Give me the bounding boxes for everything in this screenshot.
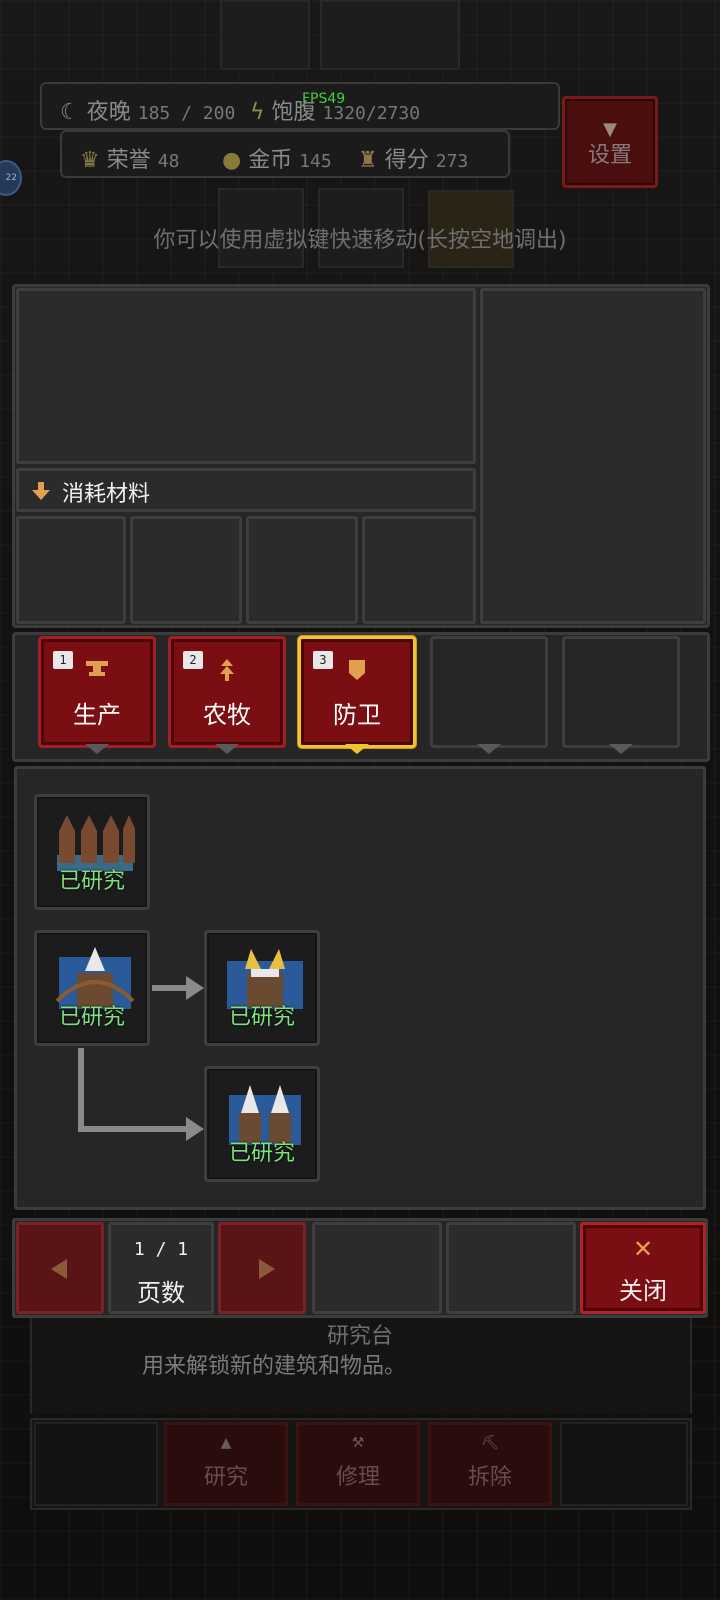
prev-page-button[interactable] — [16, 1222, 104, 1314]
night-value: 185 / 200 — [137, 103, 236, 124]
arrow-down-icon — [32, 482, 50, 500]
sprout-icon — [171, 659, 283, 685]
tab-production[interactable]: 1 生产 — [38, 636, 156, 748]
tree-node-twin-spike-turret[interactable]: 已研究 — [204, 1066, 320, 1182]
repair-button[interactable]: ⚒ 修理 — [296, 1422, 420, 1506]
tab-label: 生产 — [73, 701, 121, 729]
gold-label: 金币 — [248, 148, 293, 173]
lightning-icon: ϟ — [250, 100, 265, 125]
settings-button[interactable]: ▼ 设置 — [562, 96, 658, 188]
empty-action-slot — [34, 1422, 158, 1506]
material-slot-2[interactable] — [130, 516, 242, 624]
empty-action-slot — [560, 1422, 688, 1506]
trophy-icon: ♜ — [358, 148, 378, 173]
tree-connector — [78, 1126, 192, 1132]
building-description: 用来解锁新的建筑和物品。 — [142, 1354, 407, 1379]
empty-slot — [446, 1222, 576, 1314]
item-preview-area — [16, 288, 476, 464]
fps-counter: FPS49 — [302, 91, 346, 107]
arrow-right-icon — [186, 976, 204, 1000]
moon-icon: ☾ — [60, 100, 80, 125]
tab-defense[interactable]: 3 防卫 — [298, 636, 416, 748]
anvil-icon — [41, 659, 153, 683]
material-label: 消耗材料 — [62, 482, 151, 507]
tab-pointer — [609, 744, 633, 754]
arrow-right-icon — [259, 1259, 275, 1279]
research-label: 研究 — [203, 1465, 248, 1490]
tab-label: 防卫 — [333, 701, 381, 729]
tree-connector — [78, 1048, 84, 1132]
demolish-label: 拆除 — [467, 1465, 512, 1490]
tab-empty-4[interactable] — [430, 636, 548, 748]
tab-label: 农牧 — [203, 701, 251, 729]
tree-node-crossbow-turret[interactable]: 已研究 — [34, 930, 150, 1046]
score-value: 273 — [435, 151, 469, 172]
shield-icon — [301, 659, 413, 685]
close-button[interactable]: ✕ 关闭 — [580, 1222, 706, 1314]
crown-icon: ♛ — [80, 148, 100, 173]
pickaxe-icon: ⛏ — [481, 1435, 499, 1451]
honor-counter: ♛ 荣誉 48 — [80, 142, 179, 174]
honor-value: 48 — [157, 151, 180, 172]
night-label: 夜晚 — [86, 100, 131, 125]
close-label: 关闭 — [619, 1277, 667, 1305]
researched-status: 已研究 — [228, 1141, 295, 1166]
background-structure — [220, 0, 310, 70]
researched-status: 已研究 — [58, 869, 125, 894]
material-slot-4[interactable] — [362, 516, 476, 624]
gold-value: 145 — [299, 151, 332, 172]
score-label: 得分 — [384, 148, 429, 173]
settings-label: 设置 — [587, 143, 632, 168]
next-page-button[interactable] — [218, 1222, 306, 1314]
coin-icon: ● — [222, 148, 242, 173]
score-counter: ♜ 得分 273 — [358, 142, 468, 174]
page-label: 页数 — [137, 1279, 185, 1307]
honor-label: 荣誉 — [106, 148, 151, 173]
arrow-right-icon — [186, 1117, 204, 1141]
tab-pointer — [85, 744, 109, 754]
material-slot-3[interactable] — [246, 516, 358, 624]
empty-slot — [312, 1222, 442, 1314]
tree-node-gold-crossbow-turret[interactable]: 已研究 — [204, 930, 320, 1046]
researched-status: 已研究 — [228, 1005, 295, 1030]
building-title: 研究台 — [326, 1324, 393, 1349]
repair-label: 修理 — [335, 1465, 380, 1490]
flask-icon: ▲ — [220, 1435, 232, 1451]
tree-node-spike-barricade[interactable]: 已研究 — [34, 794, 150, 910]
hammer-icon: ⚒ — [351, 1435, 365, 1451]
tab-farming[interactable]: 2 农牧 — [168, 636, 286, 748]
researched-status: 已研究 — [58, 1005, 125, 1030]
tab-pointer — [215, 744, 239, 754]
research-button[interactable]: ▲ 研究 — [164, 1422, 288, 1506]
demolish-button[interactable]: ⛏ 拆除 — [428, 1422, 552, 1506]
background-structure — [320, 0, 460, 70]
close-icon: ✕ — [632, 1235, 654, 1263]
night-counter: ☾ 夜晚 185 / 200 — [60, 94, 235, 126]
page-indicator: 1 / 1 页数 — [108, 1222, 214, 1314]
arrow-left-icon — [51, 1259, 67, 1279]
tab-empty-5[interactable] — [562, 636, 680, 748]
item-info-area — [480, 288, 706, 624]
material-slot-1[interactable] — [16, 516, 126, 624]
page-number: 1 / 1 — [133, 1239, 189, 1260]
movement-hint: 你可以使用虚拟键快速移动(长按空地调出) — [153, 228, 567, 253]
tab-pointer — [477, 744, 501, 754]
gold-counter: ● 金币 145 — [222, 142, 332, 174]
tab-pointer-active — [345, 744, 369, 754]
